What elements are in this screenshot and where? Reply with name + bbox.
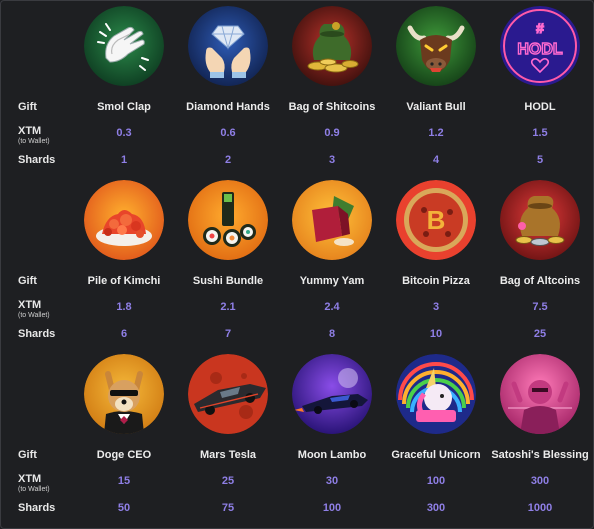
gift-xtm-value: 2.1 — [220, 301, 236, 313]
bull-icon — [396, 6, 476, 86]
svg-text:B: B — [427, 205, 446, 235]
hodl-neon-icon: # HODL — [500, 6, 580, 86]
moon-lambo-icon — [292, 354, 372, 434]
gift-shards-value: 75 — [221, 502, 235, 514]
coin-bag-icon — [292, 6, 372, 86]
gift-name: Satoshi's Blessing — [491, 449, 589, 461]
gift-xtm-value: 0.3 — [116, 127, 132, 139]
altcoin-bag-icon — [500, 180, 580, 260]
kimchi-icon — [84, 180, 164, 260]
clapping-hands-icon — [84, 6, 164, 86]
gift-name: HODL — [524, 101, 556, 113]
gift-section-3: Gift XTM (to Wallet) Shards Doge CEO 15 … — [0, 354, 594, 528]
gift-shards-value: 1000 — [527, 502, 553, 514]
gift-name: Bitcoin Pizza — [402, 275, 470, 287]
bitcoin-pizza-icon: B — [396, 180, 476, 260]
yam-icon — [292, 180, 372, 260]
xtm-row-label: XTM — [18, 299, 42, 311]
gift-xtm-value: 25 — [221, 475, 235, 487]
gift-xtm-value: 100 — [426, 475, 446, 487]
doge-ceo-icon — [84, 354, 164, 434]
gift-section-1: Gift XTM (to Wallet) Shards Smol Clap 0.… — [0, 6, 594, 180]
gift-row-label: Gift — [18, 449, 37, 461]
xtm-row-sublabel: (to Wallet) — [18, 312, 50, 319]
gift-name: Graceful Unicorn — [391, 449, 481, 461]
gift-shards-value: 5 — [536, 154, 544, 166]
gift-name: Doge CEO — [96, 449, 152, 461]
gift-xtm-value: 1.5 — [532, 127, 548, 139]
gift-xtm-value: 1.2 — [428, 127, 444, 139]
xtm-row-sublabel: (to Wallet) — [18, 486, 50, 493]
gift-row-label: Gift — [18, 101, 37, 113]
gift-shards-value: 100 — [322, 502, 342, 514]
xtm-row-sublabel: (to Wallet) — [18, 138, 50, 145]
gift-name: Valiant Bull — [406, 101, 466, 113]
gift-name: Smol Clap — [97, 101, 151, 113]
shards-row-label: Shards — [18, 328, 56, 340]
gift-name: Bag of Altcoins — [499, 275, 581, 287]
shards-row-label: Shards — [18, 502, 56, 514]
gift-xtm-value: 2.4 — [324, 301, 340, 313]
gift-name: Bag of Shitcoins — [288, 101, 376, 113]
xtm-row-label: XTM — [18, 473, 42, 485]
sushi-icon — [188, 180, 268, 260]
mars-tesla-icon — [188, 354, 268, 434]
gift-name: Pile of Kimchi — [87, 275, 161, 287]
gift-xtm-value: 3 — [432, 301, 440, 313]
gift-shards-value: 4 — [432, 154, 440, 166]
svg-text:#: # — [536, 20, 544, 36]
gift-shards-value: 7 — [224, 328, 232, 340]
gift-shards-value: 3 — [328, 154, 336, 166]
gift-xtm-value: 15 — [117, 475, 131, 487]
gift-shards-value: 8 — [328, 328, 336, 340]
gift-shards-value: 1 — [120, 154, 128, 166]
gift-xtm-value: 7.5 — [532, 301, 548, 313]
shards-row-label: Shards — [18, 154, 56, 166]
gift-xtm-value: 0.9 — [324, 127, 340, 139]
gift-row-label: Gift — [18, 275, 37, 287]
gift-xtm-value: 300 — [530, 475, 550, 487]
gift-section-2: Gift XTM (to Wallet) Shards Pile of Kimc… — [0, 180, 594, 354]
gift-shards-value: 50 — [117, 502, 131, 514]
gift-shards-value: 25 — [533, 328, 547, 340]
gift-xtm-value: 1.8 — [116, 301, 132, 313]
diamond-hands-icon — [188, 6, 268, 86]
unicorn-icon — [396, 354, 476, 434]
gift-shards-value: 6 — [120, 328, 128, 340]
gift-name: Yummy Yam — [299, 275, 365, 287]
gift-shards-value: 10 — [429, 328, 443, 340]
gift-xtm-value: 0.6 — [220, 127, 236, 139]
svg-text:HODL: HODL — [517, 41, 563, 58]
xtm-row-label: XTM — [18, 125, 42, 137]
gift-shards-value: 300 — [426, 502, 446, 514]
satoshi-blessing-icon — [500, 354, 580, 434]
gift-name: Diamond Hands — [186, 101, 270, 113]
gift-name: Mars Tesla — [199, 449, 257, 461]
gift-name: Sushi Bundle — [192, 275, 264, 287]
gift-xtm-value: 30 — [325, 475, 339, 487]
gift-shards-value: 2 — [224, 154, 232, 166]
gift-name: Moon Lambo — [297, 449, 367, 461]
